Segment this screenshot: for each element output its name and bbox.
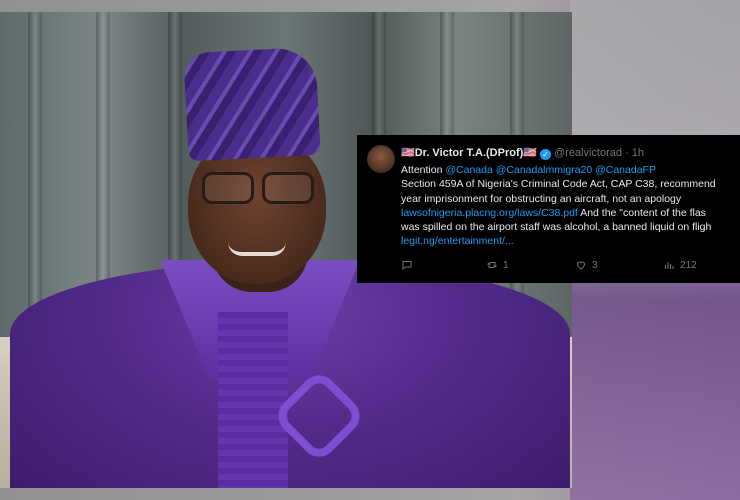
avatar[interactable] (367, 145, 395, 173)
views-icon (665, 262, 674, 269)
tweet-actions: 1 3 212 (401, 259, 731, 275)
tweet-header: 🇺🇸Dr. Victor T.A.(DProf)🇺🇸 ✓ @realvictorad… (401, 146, 644, 160)
views-count: 212 (680, 259, 697, 271)
like-count: 3 (592, 259, 598, 271)
cap-hat (183, 46, 321, 162)
retweet-icon (487, 262, 497, 268)
retweet-button[interactable]: 1 (486, 259, 509, 271)
timestamp[interactable]: · 1h (625, 147, 644, 159)
text-line: year imprisonment for obstructing an air… (401, 192, 682, 205)
heart-icon (576, 261, 586, 270)
like-button[interactable]: 3 (575, 259, 598, 271)
text-line: Section 459A of Nigeria's Criminal Code … (401, 178, 716, 191)
robe-embroidery (218, 312, 288, 488)
article-link[interactable]: legit.ng/entertainment/... (401, 235, 514, 247)
verified-badge-icon: ✓ (539, 149, 551, 160)
tweet-text: Attention @Canada @Canadalmmigra20 @Cana… (401, 163, 740, 249)
reply-button[interactable] (401, 259, 418, 271)
retweet-count: 1 (503, 259, 509, 271)
handle[interactable]: @realvictorad (554, 147, 622, 159)
law-link[interactable]: lawsofnigeria.placng.org/laws/C38.pdf (401, 207, 578, 219)
smile (228, 242, 286, 256)
text-line: Attention (401, 164, 446, 176)
curtain-fold (28, 12, 42, 342)
mention-links[interactable]: @Canada @Canadalmmigra20 @CanadaFP (445, 164, 656, 176)
tweet-card[interactable]: 🇺🇸Dr. Victor T.A.(DProf)🇺🇸 ✓ @realvictorad… (357, 135, 740, 283)
text-line: was spilled on the airport staff was alc… (401, 221, 712, 234)
views-button[interactable]: 212 (663, 259, 697, 271)
eyeglasses (198, 172, 318, 206)
display-name[interactable]: 🇺🇸Dr. Victor T.A.(DProf)🇺🇸 (401, 147, 537, 159)
text-line: And the "content of the flas (577, 206, 706, 219)
reply-icon (402, 261, 412, 271)
